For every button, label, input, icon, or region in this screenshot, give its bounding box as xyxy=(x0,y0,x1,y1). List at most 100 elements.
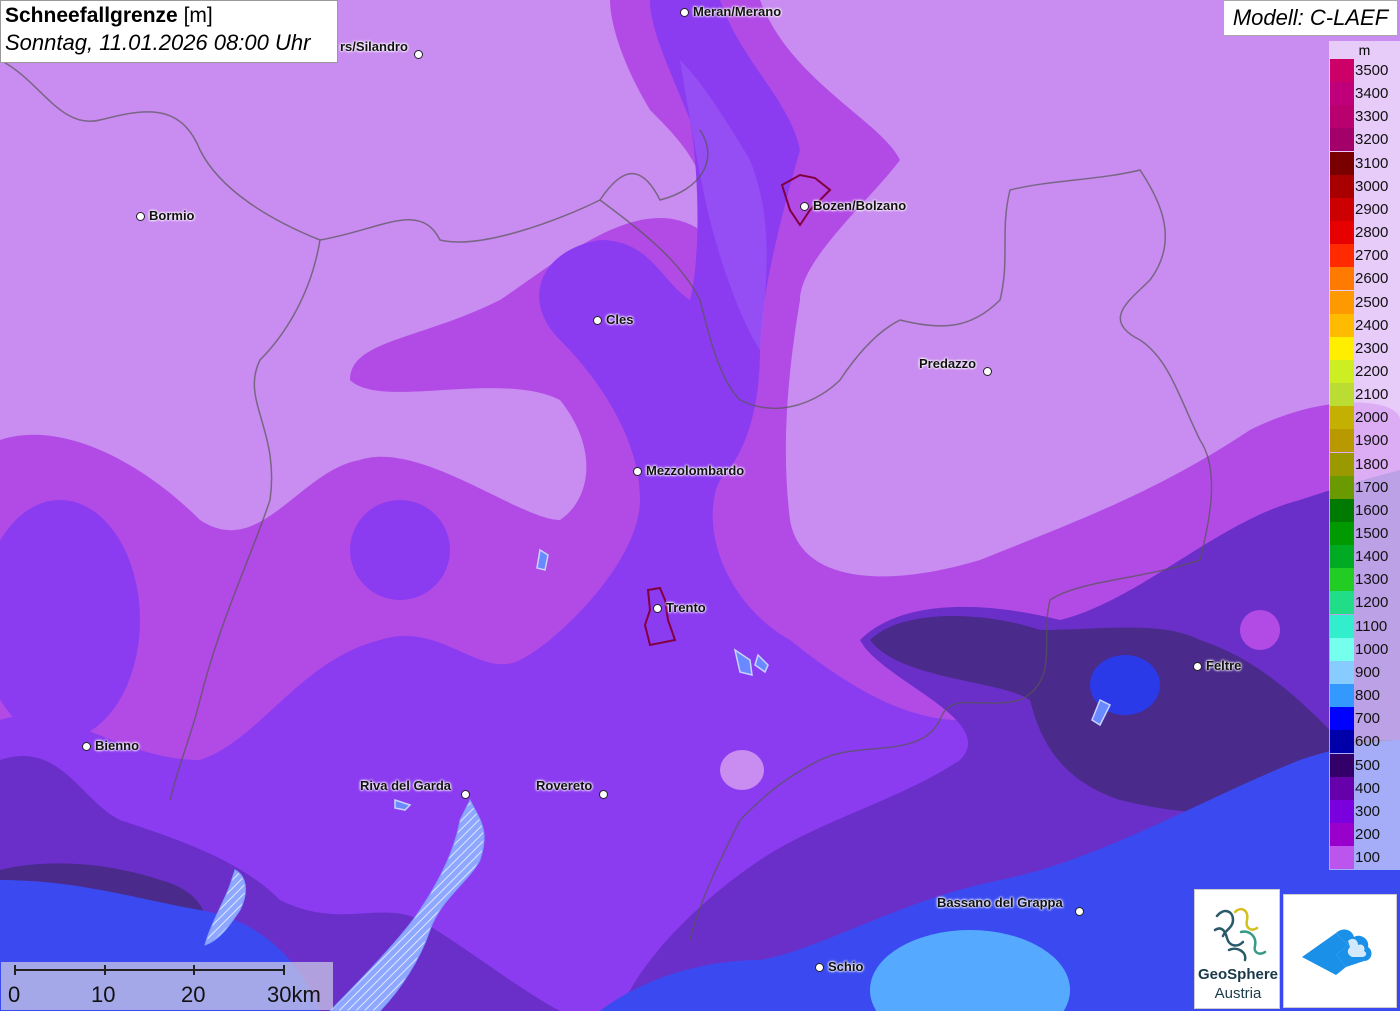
city-feltre[interactable]: Feltre xyxy=(1193,658,1241,676)
legend-unit: m xyxy=(1358,42,1371,58)
city-trento[interactable]: Trento xyxy=(653,600,706,618)
legend-label: 3200 xyxy=(1355,131,1389,149)
city-bormio-label: Bormio xyxy=(149,208,195,223)
legend-row: 2300 xyxy=(1329,336,1400,360)
city-dot-icon xyxy=(599,790,608,799)
legend-row: 2200 xyxy=(1329,359,1400,383)
legend-swatch xyxy=(1330,591,1354,615)
city-mezzolombardo[interactable]: Mezzolombardo xyxy=(633,463,744,481)
legend-row: 700 xyxy=(1329,707,1400,731)
city-schio[interactable]: Schio xyxy=(815,959,863,977)
cloud-arrow-icon xyxy=(1302,929,1372,975)
legend-row: 1700 xyxy=(1329,475,1400,499)
legend-swatch xyxy=(1330,59,1354,82)
legend-label: 1800 xyxy=(1355,455,1389,473)
city-bolzano[interactable]: Bozen/Bolzano xyxy=(800,198,906,216)
legend-swatch xyxy=(1330,846,1354,870)
city-rovereto[interactable]: Rovereto xyxy=(536,778,608,799)
scale-bar: 0 10 20 30km xyxy=(1,962,333,1010)
legend-label: 1000 xyxy=(1355,640,1389,658)
snowline-map[interactable] xyxy=(0,0,1400,1011)
city-silandro[interactable]: rs/Silandro xyxy=(340,39,423,59)
legend-label: 2100 xyxy=(1355,386,1389,404)
legend-row: 2900 xyxy=(1329,197,1400,221)
legend-swatch xyxy=(1330,522,1354,545)
geosphere-logo[interactable]: GeoSphere Austria xyxy=(1194,889,1280,1009)
city-dot-icon xyxy=(1075,907,1084,916)
legend-row: 500 xyxy=(1329,753,1400,777)
field-200m-patch xyxy=(1240,610,1280,650)
legend-row: 200 xyxy=(1329,822,1400,846)
legend-swatch xyxy=(1330,359,1354,383)
legend-swatch xyxy=(1330,753,1354,777)
map-date: Sonntag, 11.01.2026 08:00 Uhr xyxy=(5,30,311,55)
city-predazzo-label: Predazzo xyxy=(919,356,977,371)
legend-label: 2900 xyxy=(1355,200,1389,218)
legend-row: 1500 xyxy=(1329,522,1400,545)
map-title-main: Schneefallgrenze xyxy=(5,4,178,27)
legend-row: 3100 xyxy=(1329,151,1400,175)
legend-label: 200 xyxy=(1355,825,1381,843)
legend-row: 1200 xyxy=(1329,591,1400,615)
legend-swatch xyxy=(1330,475,1354,499)
legend-row: 1800 xyxy=(1329,452,1400,476)
legend-swatch xyxy=(1330,151,1354,175)
city-dot-icon xyxy=(633,467,642,476)
legend-row: 3000 xyxy=(1329,174,1400,198)
legend-swatch xyxy=(1330,290,1354,314)
legend-label: 700 xyxy=(1355,710,1381,728)
legend-swatch xyxy=(1330,776,1354,800)
legend-label: 2800 xyxy=(1355,224,1389,242)
legend-row: 2100 xyxy=(1329,383,1400,407)
city-bienno[interactable]: Bienno xyxy=(82,738,139,756)
legend-row: 2400 xyxy=(1329,313,1400,337)
legend-swatch xyxy=(1330,406,1354,430)
city-cles[interactable]: Cles xyxy=(593,312,633,330)
legend-row: 3500 xyxy=(1329,59,1400,82)
legend-row: 1300 xyxy=(1329,568,1400,592)
legend-swatch xyxy=(1330,105,1354,129)
legend-label: 100 xyxy=(1355,849,1381,867)
legend-row: 1100 xyxy=(1329,614,1400,638)
legend-swatch xyxy=(1330,568,1354,592)
map-title: Schneefallgrenze [m] xyxy=(5,3,333,29)
legend-swatch xyxy=(1330,313,1354,337)
legend-swatch xyxy=(1330,498,1354,522)
title-box: Schneefallgrenze [m] Sonntag, 11.01.2026… xyxy=(0,0,338,63)
city-riva[interactable]: Riva del Garda xyxy=(360,778,470,799)
city-predazzo[interactable]: Predazzo xyxy=(919,356,992,376)
legend-row: 3300 xyxy=(1329,105,1400,129)
legend-swatch xyxy=(1330,614,1354,638)
city-bassano[interactable]: Bassano del Grappa xyxy=(937,895,1084,916)
scale-bar-ticks xyxy=(14,965,285,975)
geosphere-logo-line1: GeoSphere xyxy=(1197,966,1279,983)
legend-row: 300 xyxy=(1329,799,1400,823)
legend-label: 2500 xyxy=(1355,293,1389,311)
city-trento-label: Trento xyxy=(666,600,706,615)
city-meran[interactable]: Meran/Merano xyxy=(680,4,781,22)
legend-label: 3000 xyxy=(1355,177,1389,195)
legend-swatch xyxy=(1330,707,1354,731)
legend-label: 3300 xyxy=(1355,108,1389,126)
city-dot-icon xyxy=(680,8,689,17)
legend-row: 800 xyxy=(1329,684,1400,708)
legend-label: 1600 xyxy=(1355,501,1389,519)
field-300m-blob-2 xyxy=(350,500,450,600)
legend-swatch xyxy=(1330,174,1354,198)
color-legend: m 3500 3400 3300 3200 3100 3000 2900 2800 2700 26… xyxy=(1329,41,1400,870)
legend-label: 2000 xyxy=(1355,409,1389,427)
city-dot-icon xyxy=(653,604,662,613)
city-bormio[interactable]: Bormio xyxy=(136,208,195,226)
city-mezzolombardo-label: Mezzolombardo xyxy=(646,463,745,478)
city-meran-label: Meran/Merano xyxy=(693,4,782,19)
legend-label: 900 xyxy=(1355,663,1381,681)
legend-swatch xyxy=(1330,221,1354,245)
legend-label: 1400 xyxy=(1355,548,1389,566)
legend-row: 1400 xyxy=(1329,545,1400,569)
legend-label: 300 xyxy=(1355,802,1381,820)
city-dot-icon xyxy=(461,790,470,799)
app-logo[interactable] xyxy=(1283,894,1397,1008)
legend-row: 3400 xyxy=(1329,82,1400,106)
legend-row: 100 xyxy=(1329,846,1400,870)
legend-row: 2000 xyxy=(1329,406,1400,430)
